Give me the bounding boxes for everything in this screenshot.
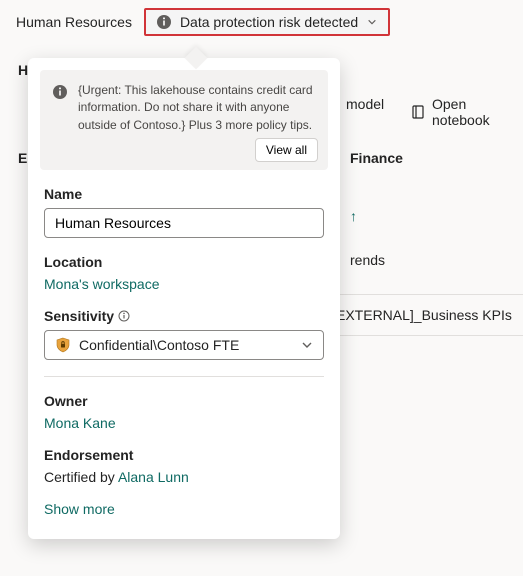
show-more-link[interactable]: Show more <box>44 501 324 517</box>
item-kpis[interactable]: EXTERNAL]_Business KPIs <box>336 294 523 336</box>
owner-link[interactable]: Mona Kane <box>44 415 324 431</box>
owner-label: Owner <box>44 393 324 409</box>
endorsement-value: Certified by Alana Lunn <box>44 469 324 485</box>
info-icon <box>156 14 172 30</box>
sensitivity-value: Confidential\Contoso FTE <box>79 337 239 353</box>
policy-tip-box: {Urgent: This lakehouse contains credit … <box>40 70 328 170</box>
sort-arrow-up-icon[interactable]: ↑ <box>350 208 357 224</box>
chevron-down-icon <box>301 339 313 351</box>
view-all-button[interactable]: View all <box>255 138 318 162</box>
details-popover: {Urgent: This lakehouse contains credit … <box>28 58 340 539</box>
sensitivity-label: Sensitivity <box>44 308 324 324</box>
name-input[interactable] <box>44 208 324 238</box>
sensitivity-select[interactable]: Confidential\Contoso FTE <box>44 330 324 360</box>
truncated-h: H <box>18 62 28 78</box>
page-title: Human Resources <box>16 14 132 30</box>
risk-chip[interactable]: Data protection risk detected <box>144 8 390 36</box>
endorser-link[interactable]: Alana Lunn <box>118 469 189 485</box>
chevron-down-icon <box>366 16 378 28</box>
endorsement-label: Endorsement <box>44 447 324 463</box>
risk-label: Data protection risk detected <box>180 14 358 30</box>
model-button[interactable]: model <box>346 96 384 112</box>
divider <box>44 376 324 377</box>
notebook-icon <box>410 104 426 120</box>
toolbar-label: Open notebook <box>432 96 523 128</box>
truncated-e: E <box>18 150 27 166</box>
info-icon[interactable] <box>118 310 130 322</box>
name-label: Name <box>44 186 324 202</box>
open-notebook-button[interactable]: Open notebook <box>410 96 523 128</box>
toolbar-label: model <box>346 96 384 112</box>
shield-icon <box>55 337 71 353</box>
info-icon <box>52 84 68 160</box>
section-finance: Finance <box>350 150 403 166</box>
item-trends[interactable]: rends <box>350 252 385 268</box>
location-label: Location <box>44 254 324 270</box>
location-link[interactable]: Mona's workspace <box>44 276 324 292</box>
